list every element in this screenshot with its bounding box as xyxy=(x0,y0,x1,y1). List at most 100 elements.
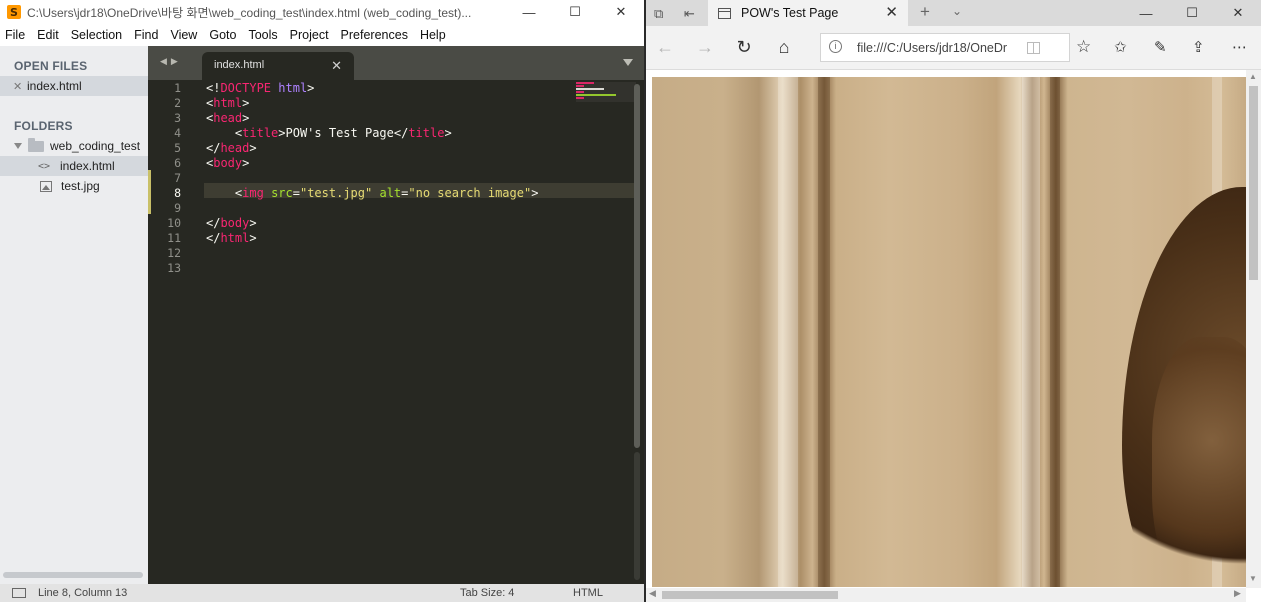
more-icon[interactable]: ⋯ xyxy=(1232,38,1247,56)
page-vertical-scrollbar[interactable]: ▲ ▼ xyxy=(1246,70,1261,588)
menu-selection[interactable]: Selection xyxy=(65,24,128,46)
code-editor[interactable]: 1 2 3 4 5 6 7 8 9 10 11 12 13 <!DOCTYPE … xyxy=(148,80,644,584)
panel-toggle-icon[interactable] xyxy=(12,588,26,598)
sublime-menubar: File Edit Selection Find View Goto Tools… xyxy=(0,24,644,46)
open-file-index-html[interactable]: ✕ index.html xyxy=(0,76,148,96)
menu-file[interactable]: File xyxy=(0,24,31,46)
chevron-down-icon[interactable]: ⌄ xyxy=(952,4,962,18)
browser-tab-title: POW's Test Page xyxy=(741,6,839,20)
code-token: > xyxy=(444,126,452,140)
refresh-icon[interactable]: ↻ xyxy=(733,37,755,58)
tree-file-index-html[interactable]: <> index.html xyxy=(0,156,148,176)
line-number: 9 xyxy=(174,201,181,215)
line-number: 6 xyxy=(174,156,181,170)
new-tab-icon[interactable]: + xyxy=(920,2,930,22)
image-highlight xyxy=(1022,77,1040,587)
address-bar[interactable]: i file:///C:/Users/jdr18/OneDr xyxy=(820,33,1070,62)
sublime-titlebar: S C:\Users\jdr18\OneDrive\바탕 화면\web_codi… xyxy=(0,0,644,24)
menu-preferences[interactable]: Preferences xyxy=(335,24,414,46)
minimap-line xyxy=(576,94,616,96)
scroll-down-icon[interactable]: ▼ xyxy=(1249,574,1257,583)
tab-nav-arrows-icon[interactable]: ◀▶ xyxy=(160,56,182,67)
minimap-line xyxy=(576,85,584,87)
scrollbar-thumb[interactable] xyxy=(662,591,838,599)
tab-close-icon[interactable]: ✕ xyxy=(885,3,898,21)
editor-scrollbar-track xyxy=(634,452,640,580)
maximize-icon[interactable]: ☐ xyxy=(552,0,598,24)
menu-goto[interactable]: Goto xyxy=(203,24,242,46)
code-line: </body> xyxy=(206,216,257,231)
share-icon[interactable]: ⇪ xyxy=(1192,38,1205,56)
code-token: alt xyxy=(379,186,402,200)
browser-tab[interactable]: POW's Test Page ✕ xyxy=(708,0,908,26)
expand-triangle-icon[interactable] xyxy=(14,143,22,149)
page-viewport[interactable]: ▲ ▼ ◀ ▶ xyxy=(646,70,1261,602)
minimap-line xyxy=(576,88,604,90)
menu-view[interactable]: View xyxy=(164,24,203,46)
reading-view-icon[interactable] xyxy=(1027,42,1040,54)
code-line: <html> xyxy=(206,96,249,111)
browser-window-controls: — ☐ ✕ xyxy=(1123,0,1261,26)
scroll-right-icon[interactable]: ▶ xyxy=(1234,588,1241,599)
line-number: 11 xyxy=(167,231,181,245)
close-icon[interactable]: ✕ xyxy=(1215,0,1261,26)
menu-project[interactable]: Project xyxy=(284,24,335,46)
tab-index-html[interactable]: index.html ✕ xyxy=(202,52,354,80)
folder-icon xyxy=(28,137,44,152)
address-url[interactable]: file:///C:/Users/jdr18/OneDr xyxy=(857,41,1027,55)
tab-close-icon[interactable]: ✕ xyxy=(331,58,342,74)
favorites-hub-icon[interactable]: ✩ xyxy=(1114,38,1127,56)
status-bar: Line 8, Column 13 Tab Size: 4 HTML xyxy=(0,584,644,602)
sublime-logo-icon: S xyxy=(7,5,21,19)
page-horizontal-scrollbar[interactable]: ◀ ▶ xyxy=(646,588,1246,602)
edge-browser-window: ⧉ ⇤ POW's Test Page ✕ + ⌄ — ☐ ✕ ← → ↻ ⌂ … xyxy=(646,0,1261,602)
web-note-pen-icon[interactable]: ✎ xyxy=(1154,38,1167,56)
sidebar-scrollbar[interactable] xyxy=(3,572,143,578)
line-number: 7 xyxy=(174,171,181,185)
scroll-up-icon[interactable]: ▲ xyxy=(1249,72,1257,81)
open-files-heading: OPEN FILES xyxy=(14,59,88,73)
minimize-icon[interactable]: — xyxy=(506,0,552,24)
code-line: <img src="test.jpg" alt="no search image… xyxy=(206,186,539,201)
home-icon[interactable]: ⌂ xyxy=(773,37,795,58)
set-tabs-aside-icon[interactable]: ⇤ xyxy=(684,6,695,22)
image-shadow xyxy=(818,77,830,587)
code-token: head xyxy=(220,141,250,155)
tree-file-test-jpg[interactable]: test.jpg xyxy=(0,176,148,196)
tabs-aside-icon[interactable]: ⧉ xyxy=(654,6,663,22)
code-token: </ xyxy=(206,216,221,230)
line-number: 10 xyxy=(167,216,181,230)
close-file-icon[interactable]: ✕ xyxy=(13,80,27,93)
code-token: DOCTYPE xyxy=(220,81,272,95)
minimize-icon[interactable]: — xyxy=(1123,0,1169,26)
menu-edit[interactable]: Edit xyxy=(31,24,65,46)
info-icon[interactable]: i xyxy=(829,40,842,53)
open-file-label: index.html xyxy=(27,79,82,93)
tab-dropdown-icon[interactable] xyxy=(623,59,633,66)
scroll-left-icon[interactable]: ◀ xyxy=(649,588,656,599)
forward-icon[interactable]: → xyxy=(694,37,716,58)
menu-help[interactable]: Help xyxy=(414,24,452,46)
browser-toolbar: ← → ↻ ⌂ i file:///C:/Users/jdr18/OneDr ☆… xyxy=(646,26,1261,70)
image-file-icon xyxy=(40,180,52,192)
favorite-star-icon[interactable]: ☆ xyxy=(1076,37,1091,57)
code-token: > xyxy=(531,186,539,200)
close-icon[interactable]: ✕ xyxy=(598,0,644,24)
code-line: </head> xyxy=(206,141,257,156)
maximize-icon[interactable]: ☐ xyxy=(1169,0,1215,26)
syntax-indicator[interactable]: HTML xyxy=(573,587,603,599)
minimap[interactable] xyxy=(576,82,632,104)
back-icon[interactable]: ← xyxy=(654,37,676,58)
code-line: <!DOCTYPE html> xyxy=(206,81,314,96)
menu-find[interactable]: Find xyxy=(128,24,164,46)
code-token: > xyxy=(242,111,250,125)
scrollbar-thumb[interactable] xyxy=(1249,86,1258,280)
code-token: body xyxy=(213,156,243,170)
folder-web-coding-test[interactable]: web_coding_test xyxy=(0,136,148,156)
tab-size-indicator[interactable]: Tab Size: 4 xyxy=(460,587,514,599)
editor-scrollbar[interactable] xyxy=(634,84,640,448)
minimap-line xyxy=(576,82,594,84)
menu-tools[interactable]: Tools xyxy=(242,24,283,46)
